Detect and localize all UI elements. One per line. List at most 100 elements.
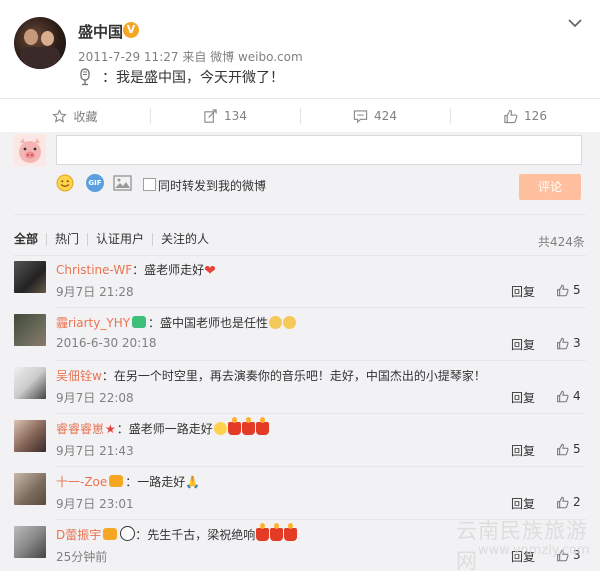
comment-like-count: 3 xyxy=(573,336,581,350)
comment-time: 2016-6-30 20:18 xyxy=(56,336,157,350)
reply-button[interactable]: 回复 xyxy=(511,442,535,459)
comment-icon xyxy=(353,109,368,123)
comment-time: 9月7日 22:08 xyxy=(56,391,134,405)
verified-badge-icon: V xyxy=(123,22,139,38)
submit-comment-button[interactable]: 评论 xyxy=(519,174,581,200)
vip-badge-icon xyxy=(109,475,124,487)
comment-filters: 全部 热门 认证用户 关注的人 xyxy=(14,233,217,246)
thumbs-up-icon xyxy=(557,496,569,508)
commenter-name[interactable]: Christine-WF xyxy=(56,263,132,277)
comment-text: 十一-Zoe ：一路走好🙏 xyxy=(56,473,200,490)
comment-text: 睿睿睿崽★：盛老师一路走好 xyxy=(56,417,269,437)
post-content: ：我是盛中国，今天开微了！ xyxy=(102,70,284,86)
commenter-avatar[interactable] xyxy=(14,314,46,346)
reply-button[interactable]: 回复 xyxy=(511,336,535,353)
comment-like-button[interactable]: 5 xyxy=(556,442,581,456)
commenter-name[interactable]: 睿睿睿崽 xyxy=(56,422,104,436)
comment-text: Christine-WF：盛老师走好❤ xyxy=(56,261,216,279)
thumbs-up-icon xyxy=(557,337,569,349)
comment-row: 霾riarty_YHY ：盛中国老师也是任性 2016-6-30 20:18 回复… xyxy=(0,309,600,362)
comment-count: 424 xyxy=(374,109,397,123)
my-avatar xyxy=(14,134,46,166)
comment-time: 9月7日 21:28 xyxy=(56,285,134,299)
comment-row: 睿睿睿崽★：盛老师一路走好 9月7日 21:43 回复 5 xyxy=(0,415,600,468)
comment-like-count: 5 xyxy=(573,283,581,297)
reply-button[interactable]: 回复 xyxy=(511,495,535,512)
commenter-name[interactable]: 霾riarty_YHY xyxy=(56,316,130,330)
action-bar: 收藏 134 424 126 xyxy=(0,98,600,134)
comment-input[interactable] xyxy=(56,135,582,165)
vip-badge-icon xyxy=(132,316,147,328)
comment-like-count: 2 xyxy=(573,495,581,509)
commenter-avatar[interactable] xyxy=(14,261,46,293)
commenter-name[interactable]: 十一-Zoe xyxy=(56,475,107,489)
commenter-avatar[interactable] xyxy=(14,526,46,558)
commenter-name[interactable]: 吴佃铨w xyxy=(56,369,102,383)
repost-button[interactable]: 134 xyxy=(150,99,300,133)
thumbs-up-icon xyxy=(504,109,518,123)
commenter-name[interactable]: D蕾振宇 xyxy=(56,528,101,542)
reply-button[interactable]: 回复 xyxy=(511,389,535,406)
commenter-avatar[interactable] xyxy=(14,420,46,452)
repost-count: 134 xyxy=(224,109,247,123)
divider xyxy=(56,360,586,361)
author-name[interactable]: 盛中国 xyxy=(78,21,123,42)
forward-label: 同时转发到我的微博 xyxy=(158,179,267,193)
comment-row: 吴佃铨w：在另一个时空里，再去演奏你的音乐吧！走好，中国杰出的小提琴家！ 9月7… xyxy=(0,362,600,415)
comment-row: 十一-Zoe ：一路走好🙏 9月7日 23:01 回复 2 xyxy=(0,468,600,521)
candle-icon xyxy=(284,523,298,541)
candle-icon xyxy=(270,523,284,541)
candle-icon xyxy=(241,417,255,435)
author-avatar[interactable] xyxy=(14,17,66,69)
commenter-avatar[interactable] xyxy=(14,473,46,505)
post-meta: 2011-7-29 11:27 来自 微博 weibo.com xyxy=(78,50,303,64)
favorite-button[interactable]: 收藏 xyxy=(0,99,150,133)
divider xyxy=(56,307,586,308)
favorite-label: 收藏 xyxy=(73,109,98,124)
vip-badge-icon xyxy=(103,528,118,540)
comment-time: 9月7日 21:43 xyxy=(56,444,134,458)
comment-time: 25分钟前 xyxy=(56,550,108,564)
star-badge-icon: ★ xyxy=(105,422,116,436)
comment-total: 共424条 xyxy=(538,235,585,249)
comment-time: 9月7日 23:01 xyxy=(56,497,134,511)
comment-row: Christine-WF：盛老师走好❤ 9月7日 21:28 回复 5 xyxy=(0,256,600,309)
commenter-avatar[interactable] xyxy=(14,367,46,399)
emoji-icon xyxy=(269,316,283,329)
filter-all[interactable]: 全部 xyxy=(14,233,46,246)
crying-emoji-icon xyxy=(213,422,227,435)
like-button[interactable]: 126 xyxy=(450,99,600,133)
emoji-icon xyxy=(283,316,297,329)
filter-verified[interactable]: 认证用户 xyxy=(87,233,152,246)
star-icon xyxy=(52,108,68,123)
gif-icon[interactable]: GIF xyxy=(86,174,104,192)
comment-text: 霾riarty_YHY ：盛中国老师也是任性 xyxy=(56,314,297,331)
thumbs-up-icon xyxy=(557,443,569,455)
comment-like-button[interactable]: 4 xyxy=(556,389,581,403)
reply-button[interactable]: 回复 xyxy=(511,283,535,300)
repost-icon xyxy=(204,108,217,123)
candle-icon xyxy=(256,523,270,541)
comment-body: ：盛老师一路走好 xyxy=(116,422,213,436)
filter-following[interactable]: 关注的人 xyxy=(152,233,217,246)
candle-icon xyxy=(227,417,241,435)
like-count: 126 xyxy=(524,109,547,123)
thumbs-up-icon xyxy=(557,390,569,402)
filter-hot[interactable]: 热门 xyxy=(46,233,87,246)
comment-text: D蕾振宇 ：先生千古，梁祝绝响 xyxy=(56,523,298,543)
comment-like-count: 4 xyxy=(573,389,581,403)
comment-tab[interactable]: 424 xyxy=(300,99,450,134)
comment-like-button[interactable]: 5 xyxy=(556,283,581,297)
comment-like-button[interactable]: 2 xyxy=(556,495,581,509)
comment-like-count: 5 xyxy=(573,442,581,456)
comment-body: ：一路走好 xyxy=(125,475,186,489)
comment-like-button[interactable]: 3 xyxy=(556,336,581,350)
forward-checkbox[interactable] xyxy=(143,178,156,191)
candle-icon xyxy=(255,417,269,435)
emoji-icon[interactable] xyxy=(56,174,74,192)
image-icon[interactable] xyxy=(113,175,132,191)
comment-text: 吴佃铨w：在另一个时空里，再去演奏你的音乐吧！走好，中国杰出的小提琴家！ xyxy=(56,367,486,384)
thumbs-up-icon xyxy=(557,284,569,296)
panda-icon xyxy=(120,526,136,541)
chevron-down-icon[interactable] xyxy=(566,14,584,32)
